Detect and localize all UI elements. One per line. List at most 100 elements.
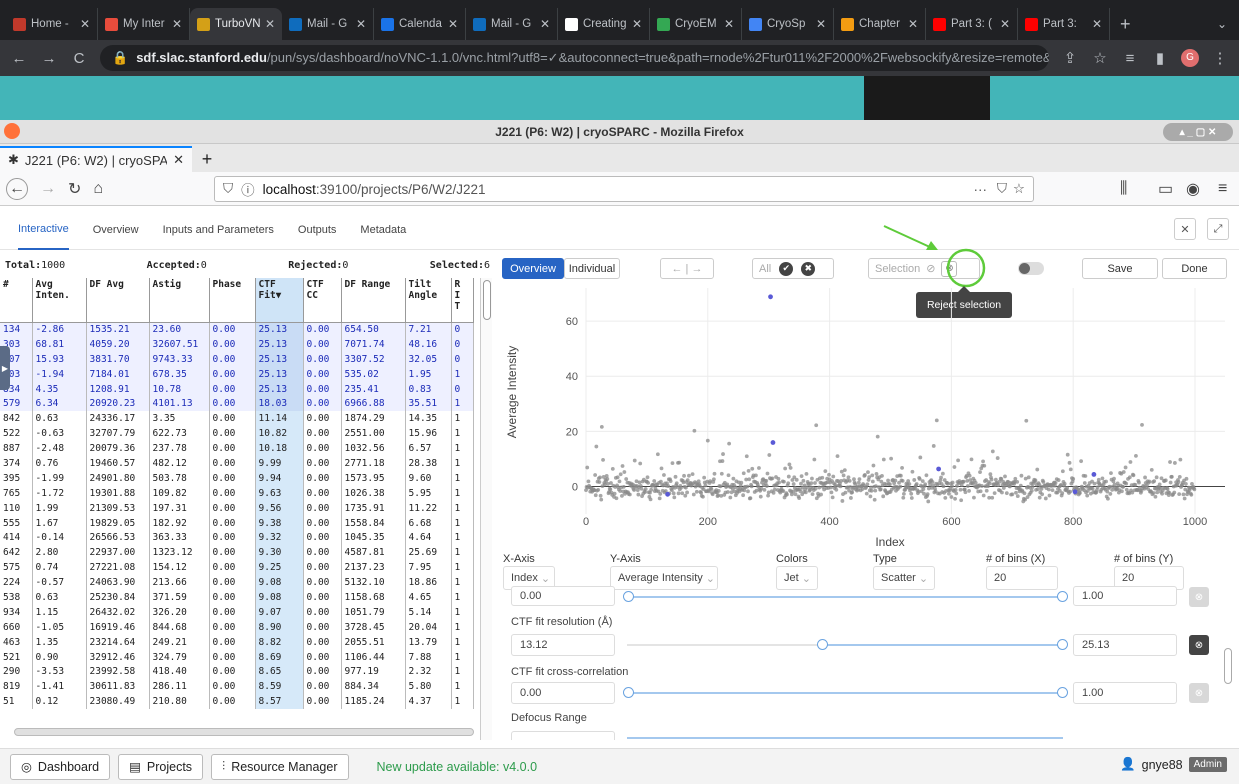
table-row[interactable]: 819 -1.41 30611.83 286.11 0.00 8.59 0.00 884.34… (0, 679, 474, 695)
resource-manager-button[interactable]: ⫶ Resource Manager (211, 753, 349, 780)
table-row[interactable]: 307 15.93 3831.70 9743.33 0.00 25.13 0.00 3307.… (0, 351, 474, 367)
ff-address-bar[interactable]: ⛉ ⓘ localhost:39100/projects/P6/W2/J221 … (214, 176, 1034, 202)
save-button[interactable]: Save (1082, 258, 1158, 279)
update-notice[interactable]: New update available: v4.0.0 (377, 760, 538, 774)
table-row[interactable]: 579 6.34 20920.23 4101.13 0.00 18.03 0.00 6966.… (0, 396, 474, 412)
reject-all-icon[interactable]: ✖ (801, 261, 816, 276)
sidebar-icon[interactable]: ▭ (1158, 179, 1173, 199)
filter2-min-input[interactable]: 0.00 (511, 682, 615, 704)
window-controls[interactable]: ▴ _ ▢ ✕ (1163, 123, 1233, 141)
column-header[interactable]: Tilt Angle (405, 278, 452, 323)
column-header[interactable]: CTF CC (303, 278, 342, 323)
filter3-min-input[interactable] (511, 731, 615, 740)
chrome-tab[interactable]: Mail - G ✕ (282, 8, 374, 40)
table-row[interactable]: 110 1.99 21309.53 197.31 0.00 9.56 0.00 1735.91… (0, 500, 474, 516)
close-tab-icon[interactable]: ✕ (265, 17, 275, 31)
table-row[interactable]: 395 -1.99 24901.80 503.78 0.00 9.94 0.00 1573.9… (0, 470, 474, 486)
chrome-tab[interactable]: CryoSp ✕ (742, 8, 834, 40)
filter2-track[interactable] (627, 692, 1063, 694)
close-tab-icon[interactable]: ✕ (172, 17, 182, 31)
table-row[interactable]: 803 -1.94 7184.01 678.35 0.00 25.13 0.00 535.02… (0, 366, 474, 382)
chrome-address-bar[interactable]: 🔒 sdf.slac.stanford.edu/pun/sys/dashboar… (100, 45, 1049, 71)
table-row[interactable]: 575 0.74 27221.08 154.12 0.00 9.25 0.00 2137.23… (0, 560, 474, 576)
side-panel-icon[interactable]: ▮ (1151, 49, 1169, 67)
page-nav-button[interactable]: ← | → (660, 258, 714, 279)
chrome-tab[interactable]: Calenda ✕ (374, 8, 466, 40)
ff-reload-icon[interactable]: ↻ (68, 179, 81, 199)
menu-icon[interactable]: ⋮ (1211, 49, 1229, 67)
toggle-switch[interactable] (1018, 262, 1044, 275)
close-tab-icon[interactable]: ✕ (1000, 17, 1010, 31)
tab-outputs[interactable]: Outputs (298, 210, 337, 250)
column-header[interactable]: Avg Inten. (32, 278, 87, 323)
column-header[interactable]: CTF Fit▼ (255, 278, 304, 323)
accept-all-icon[interactable]: ✔ (779, 261, 794, 276)
table-row[interactable]: 834 4.35 1208.91 10.78 0.00 25.13 0.00 235.41 0.… (0, 381, 474, 397)
filter2-max-input[interactable]: 1.00 (1073, 682, 1177, 704)
table-horizontal-scrollbar[interactable] (14, 728, 474, 736)
projects-button[interactable]: ▤ Projects (118, 753, 204, 780)
column-header[interactable]: DF Avg (86, 278, 150, 323)
individual-toggle[interactable]: Individual (564, 258, 620, 279)
table-row[interactable]: 555 1.67 19829.05 182.92 0.00 9.38 0.00 1558.84… (0, 515, 474, 531)
ff-home-icon[interactable]: ⌂ (93, 180, 103, 198)
table-row[interactable]: 934 1.15 26432.02 326.20 0.00 9.07 0.00 1051.79… (0, 604, 474, 620)
filter1-min-input[interactable]: 13.12 (511, 634, 615, 656)
filter2-max-handle[interactable] (1057, 687, 1068, 698)
column-header[interactable]: # (0, 278, 33, 323)
chrome-tab[interactable]: TurboVN ✕ (190, 8, 282, 40)
chrome-tab[interactable]: My Inter ✕ (98, 8, 190, 40)
bookmark-star-icon[interactable]: ☆ (1091, 49, 1109, 67)
extension-icon[interactable]: ◉ (1186, 179, 1200, 199)
table-row[interactable]: 374 0.76 19460.57 482.12 0.00 9.99 0.00 2771.18… (0, 456, 474, 471)
close-tab-icon[interactable]: ✕ (173, 152, 184, 168)
library-icon[interactable]: ⫼ (1120, 180, 1127, 198)
new-tab-icon[interactable]: + (192, 146, 222, 172)
drawer-toggle[interactable]: ▶ (0, 346, 10, 390)
done-button[interactable]: Done (1162, 258, 1227, 279)
close-tab-icon[interactable]: ✕ (540, 17, 550, 31)
column-header[interactable]: DF Range (341, 278, 406, 323)
chrome-tab[interactable]: Mail - G ✕ (466, 8, 558, 40)
tab-inputs-parameters[interactable]: Inputs and Parameters (163, 210, 274, 250)
filter0-min-handle[interactable] (623, 591, 634, 602)
filter1-track[interactable] (822, 644, 1063, 646)
column-header[interactable]: R I T (451, 278, 474, 323)
table-row[interactable]: 522 -0.63 32707.79 622.73 0.00 10.82 0.00 2551.… (0, 426, 474, 442)
firefox-tab[interactable]: ✱ J221 (P6: W2) | cryoSPAR ✕ (0, 146, 192, 172)
reading-list-icon[interactable]: ≡ (1121, 50, 1139, 67)
ff-back-icon[interactable]: ← (6, 177, 28, 200)
chrome-tab[interactable]: Part 3: ✕ (1018, 8, 1110, 40)
close-tab-icon[interactable]: ✕ (80, 17, 90, 31)
table-row[interactable]: 660 -1.05 16919.46 844.68 0.00 8.90 0.00 3728.4… (0, 619, 474, 635)
share-icon[interactable]: ⇪ (1061, 49, 1079, 67)
table-row[interactable]: 463 1.35 23214.64 249.21 0.00 8.82 0.00 2055.51… (0, 634, 474, 650)
pocket-icon[interactable]: ⛉ (997, 181, 1007, 197)
ff-bookmark-icon[interactable]: ☆ (1013, 181, 1025, 197)
table-row[interactable]: 887 -2.48 20079.36 237.78 0.00 10.18 0.00 1032.… (0, 441, 474, 457)
table-row[interactable]: 765 -1.72 19301.88 109.82 0.00 9.63 0.00 1026.3… (0, 485, 474, 501)
tab-metadata[interactable]: Metadata (360, 210, 406, 250)
filter-scrollbar[interactable] (1224, 648, 1232, 684)
filter0-clear-button[interactable]: ⊗ (1189, 587, 1209, 607)
close-tab-icon[interactable]: ✕ (1092, 17, 1102, 31)
filter0-max-handle[interactable] (1057, 591, 1068, 602)
table-row[interactable]: 842 0.63 24336.17 3.35 0.00 11.14 0.00 1874.29 1… (0, 411, 474, 427)
close-tab-icon[interactable]: ✕ (448, 17, 458, 31)
chrome-tab[interactable]: CryoEM ✕ (650, 8, 742, 40)
expand-panel-button[interactable]: ⤢ (1207, 218, 1229, 240)
dashboard-button[interactable]: ◎ Dashboard (10, 753, 111, 780)
close-tab-icon[interactable]: ✕ (816, 17, 826, 31)
column-header[interactable]: Phase (209, 278, 256, 323)
chrome-tab[interactable]: Part 3: (✕ (926, 8, 1018, 40)
scatter-chart[interactable]: 0 200 400 600 800 1000 0 20 40 60 Index Average I… (502, 282, 1229, 550)
table-vertical-scrollbar[interactable] (480, 278, 492, 740)
close-panel-button[interactable]: ✕ (1174, 218, 1196, 240)
table-row[interactable]: 521 0.90 32912.46 324.79 0.00 8.69 0.00 1106.44… (0, 649, 474, 665)
close-tab-icon[interactable]: ✕ (908, 17, 918, 31)
table-row[interactable]: 51 0.12 23080.49 210.80 0.00 8.57 0.00 1185.24 4… (0, 694, 474, 710)
new-tab-icon[interactable]: + (1110, 8, 1141, 40)
table-row[interactable]: 134 -2.86 1535.21 23.60 0.00 25.13 0.00 654.50 7… (0, 322, 474, 337)
filter1-clear-button[interactable]: ⊗ (1189, 635, 1209, 655)
close-tab-icon[interactable]: ✕ (356, 17, 366, 31)
